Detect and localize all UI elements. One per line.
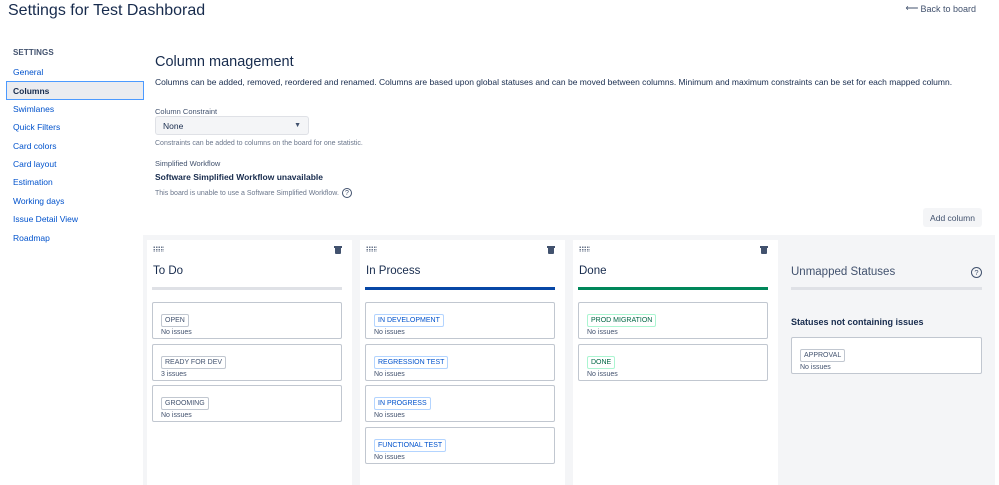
left-arrow-icon: ⟵ xyxy=(905,3,919,13)
issue-count: No issues xyxy=(374,412,405,419)
status-list: IN DEVELOPMENT No issues REGRESSION TEST… xyxy=(360,290,565,464)
sidebar-item-general[interactable]: General xyxy=(0,63,145,81)
section-title: Column management xyxy=(155,54,294,70)
column-management-section: Column management Columns can be added, … xyxy=(155,54,985,87)
status-list: OPEN No issues READY FOR DEV 3 issues GR… xyxy=(147,290,352,422)
unmapped-divider xyxy=(791,287,982,290)
drag-handle-icon[interactable] xyxy=(153,246,164,252)
column-constraint-select[interactable]: None ▼ xyxy=(155,116,309,135)
simplified-workflow-help: This board is unable to use a Software S… xyxy=(155,188,352,198)
page-title: Settings for Test Dashborad xyxy=(8,2,206,19)
status-lozenge: DONE xyxy=(587,355,616,369)
section-description: Columns can be added, removed, reordered… xyxy=(155,77,953,87)
back-to-board-link[interactable]: ⟵ Back to board xyxy=(906,3,976,14)
trash-icon[interactable] xyxy=(760,245,768,254)
sidebar-item-card-layout[interactable]: Card layout xyxy=(0,155,145,173)
column-divider xyxy=(578,287,768,290)
unmapped-statuses-panel: Unmapped Statuses ? Statuses not contain… xyxy=(786,240,986,485)
board-column-in-process[interactable]: In Process IN DEVELOPMENT No issues REGR… xyxy=(360,240,565,485)
issue-count: No issues xyxy=(800,364,831,371)
status-lozenge: READY FOR DEV xyxy=(161,355,227,369)
column-header: In Process xyxy=(360,240,565,290)
column-divider xyxy=(365,287,555,290)
issue-count: No issues xyxy=(374,370,405,378)
issue-count: No issues xyxy=(587,329,618,336)
settings-sidebar: SETTINGS General Columns Swimlanes Quick… xyxy=(0,48,145,247)
status-lozenge: GROOMING xyxy=(161,397,209,410)
column-header: Done xyxy=(573,240,778,290)
column-constraint-label: Column Constraint xyxy=(155,107,218,116)
sidebar-heading: SETTINGS xyxy=(13,48,54,57)
status-card[interactable]: REGRESSION TEST No issues xyxy=(365,343,555,381)
chevron-down-icon: ▼ xyxy=(294,122,301,129)
issue-count: No issues xyxy=(374,329,405,336)
issue-count: No issues xyxy=(161,329,192,336)
trash-icon[interactable] xyxy=(547,245,555,254)
sidebar-item-card-colors[interactable]: Card colors xyxy=(0,137,145,155)
sidebar-item-issue-detail-view[interactable]: Issue Detail View xyxy=(0,210,145,228)
simplified-workflow-help-text: This board is unable to use a Software S… xyxy=(155,189,339,197)
status-card[interactable]: IN PROGRESS No issues xyxy=(365,385,555,422)
back-to-board-label: Back to board xyxy=(920,3,976,14)
status-list: PROD MIGRATION No issues DONE No issues xyxy=(573,290,778,381)
status-card[interactable]: DONE No issues xyxy=(578,343,768,381)
sidebar-item-working-days[interactable]: Working days xyxy=(0,192,145,210)
status-card[interactable]: OPEN No issues xyxy=(152,302,342,339)
issue-count: No issues xyxy=(374,453,405,461)
column-title[interactable]: To Do xyxy=(153,265,183,277)
drag-handle-icon[interactable] xyxy=(366,246,377,252)
issue-count: 3 issues xyxy=(161,370,187,378)
sidebar-item-roadmap[interactable]: Roadmap xyxy=(0,229,145,247)
issue-count: No issues xyxy=(587,370,618,378)
unmapped-status-list: APPROVAL No issues xyxy=(791,337,982,379)
status-card[interactable]: READY FOR DEV 3 issues xyxy=(152,343,342,381)
constraint-help-text: Constraints can be added to columns on t… xyxy=(155,140,363,147)
status-lozenge: IN PROGRESS xyxy=(374,397,431,410)
status-lozenge: PROD MIGRATION xyxy=(587,314,657,327)
status-lozenge: APPROVAL xyxy=(800,349,846,362)
question-circle-icon[interactable]: ? xyxy=(971,267,982,278)
simplified-workflow-title: Software Simplified Workflow unavailable xyxy=(155,172,323,182)
drag-handle-icon[interactable] xyxy=(579,246,590,252)
issue-count: No issues xyxy=(161,412,192,419)
status-lozenge: OPEN xyxy=(161,314,189,327)
status-card[interactable]: IN DEVELOPMENT No issues xyxy=(365,302,555,339)
column-title[interactable]: In Process xyxy=(366,265,420,277)
question-circle-icon[interactable]: ? xyxy=(341,188,352,198)
column-divider xyxy=(152,287,342,290)
sidebar-item-columns[interactable]: Columns xyxy=(6,81,144,100)
sidebar-item-estimation[interactable]: Estimation xyxy=(0,173,145,191)
status-lozenge: FUNCTIONAL TEST xyxy=(374,438,447,452)
unmapped-subtitle: Statuses not containing issues xyxy=(791,317,924,327)
simplified-workflow-label: Simplified Workflow xyxy=(155,159,221,168)
unmapped-title: Unmapped Statuses xyxy=(791,266,896,278)
column-constraint-value: None xyxy=(163,120,184,131)
add-column-button[interactable]: Add column xyxy=(923,208,982,227)
status-lozenge: REGRESSION TEST xyxy=(374,355,449,369)
status-card[interactable]: PROD MIGRATION No issues xyxy=(578,302,768,339)
column-title[interactable]: Done xyxy=(579,265,607,277)
board-column-todo[interactable]: To Do OPEN No issues READY FOR DEV 3 iss… xyxy=(147,240,352,485)
status-card[interactable]: GROOMING No issues xyxy=(152,385,342,422)
status-lozenge: IN DEVELOPMENT xyxy=(374,314,444,327)
sidebar-item-swimlanes[interactable]: Swimlanes xyxy=(0,100,145,118)
sidebar-item-quick-filters[interactable]: Quick Filters xyxy=(0,118,145,136)
column-header: To Do xyxy=(147,240,352,290)
status-card[interactable]: FUNCTIONAL TEST No issues xyxy=(365,426,555,464)
trash-icon[interactable] xyxy=(334,245,342,254)
board-column-done[interactable]: Done PROD MIGRATION No issues DONE No is… xyxy=(573,240,778,485)
status-card[interactable]: APPROVAL No issues xyxy=(791,337,982,374)
